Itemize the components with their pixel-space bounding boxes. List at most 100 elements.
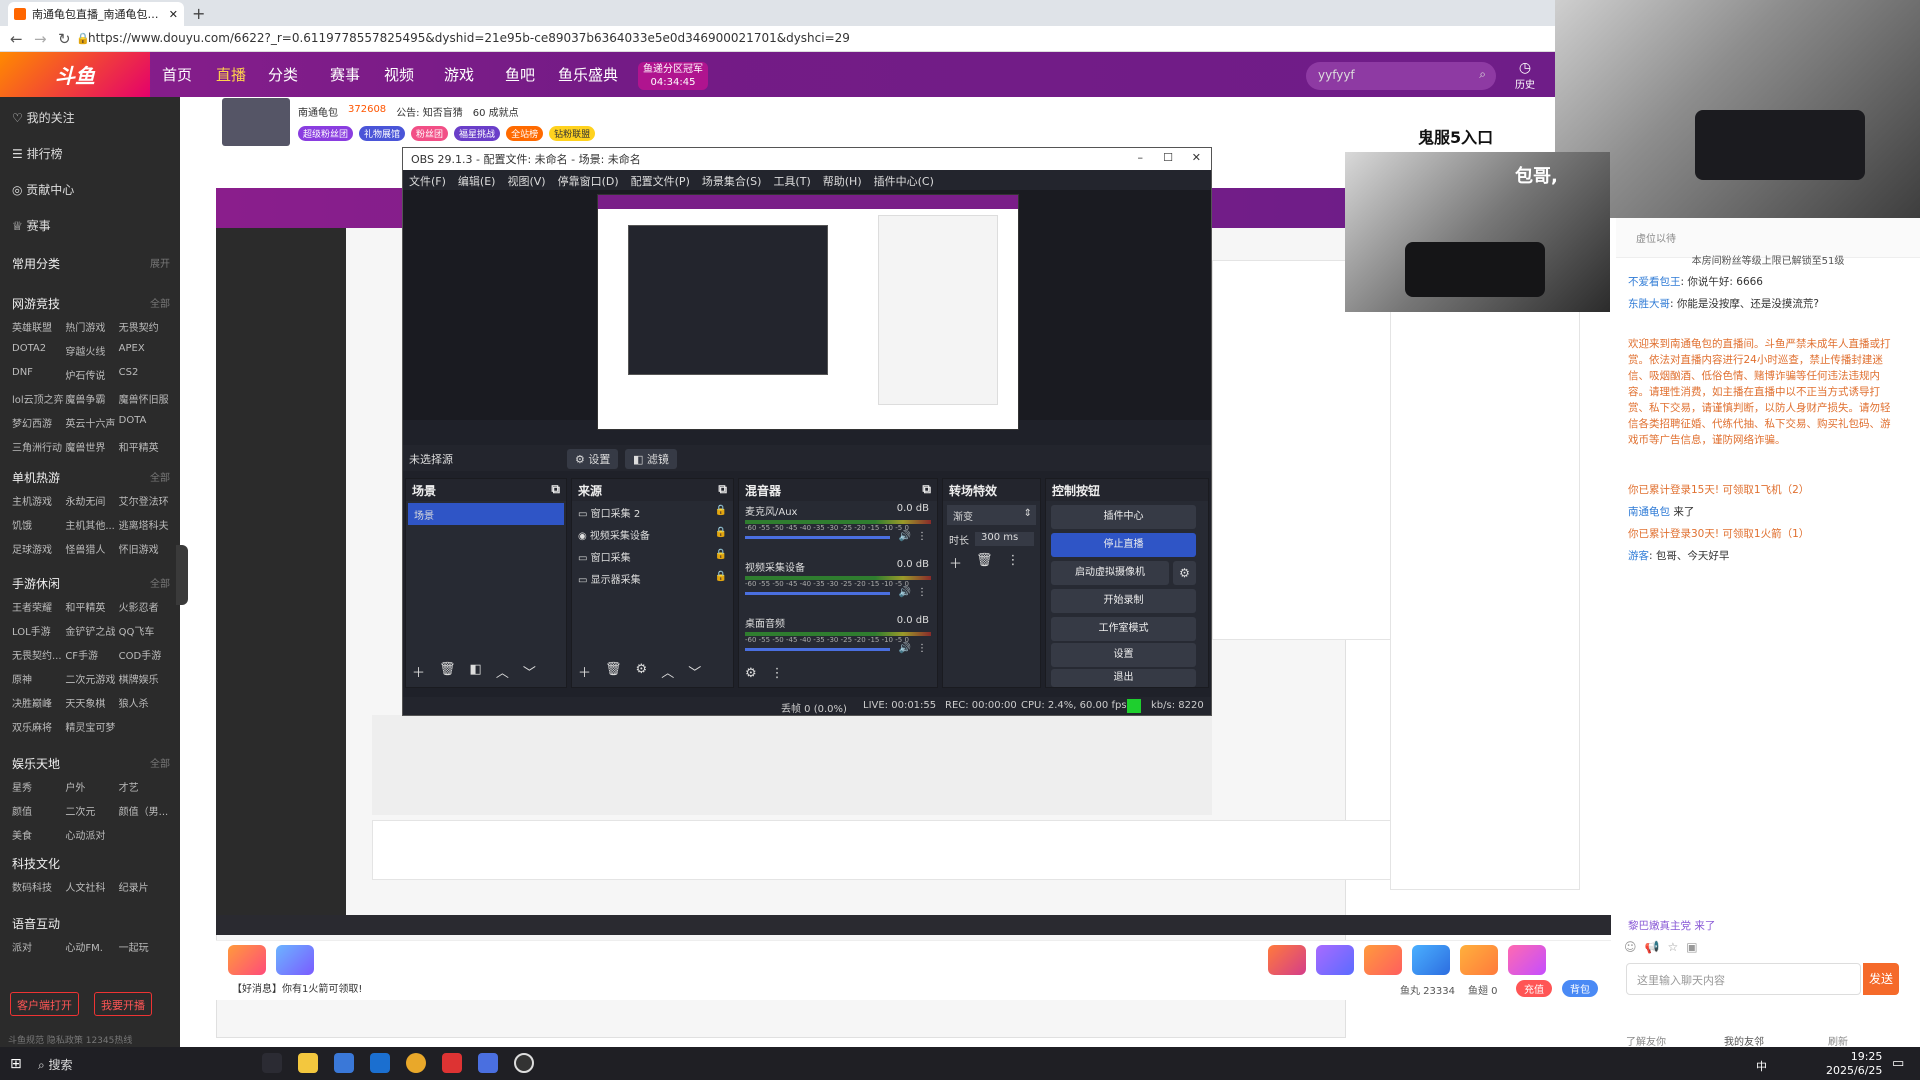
search-icon[interactable]: ⌕ <box>1479 67 1486 82</box>
more-icon[interactable]: ⋮ <box>917 531 927 542</box>
section-netgame-more[interactable]: 全部 <box>150 295 170 310</box>
cat-item[interactable]: QQ飞车 <box>119 623 172 638</box>
section-entertain-more[interactable]: 全部 <box>150 755 170 770</box>
menu-plugins[interactable]: 插件中心(C) <box>874 173 934 188</box>
browser-tab[interactable]: 南通龟包直播_南通龟包直播... ✕ <box>8 2 184 26</box>
cat-item[interactable]: 英云十六声 <box>65 415 118 430</box>
section-mobile-more[interactable]: 全部 <box>150 575 170 590</box>
cat-item[interactable]: 热门游戏 <box>65 319 118 334</box>
source-item[interactable]: ▭ 窗口采集 2 🔒 <box>572 501 733 523</box>
speaker-icon[interactable]: 🔊 <box>899 587 911 598</box>
source-item[interactable]: ▭ 窗口采集 🔒 <box>572 545 733 567</box>
gift-icon[interactable] <box>1460 945 1498 975</box>
cat-item[interactable]: 棋牌娱乐 <box>119 671 172 686</box>
windows-start-icon[interactable]: ⊞ <box>10 1056 22 1072</box>
cat-item[interactable]: 英雄联盟 <box>12 319 65 334</box>
gift-icon[interactable] <box>276 945 314 975</box>
cat-item[interactable]: 魔兽争霸 <box>65 391 118 406</box>
cat-item[interactable]: 逃离塔科夫 <box>119 517 172 532</box>
client-open-button[interactable]: 客户端打开 <box>10 992 79 1016</box>
cat-item[interactable]: 人文社科 <box>65 879 118 894</box>
cat-item[interactable]: 火影忍者 <box>119 599 172 614</box>
section-common-more[interactable]: 展开 <box>150 255 170 270</box>
chat-send-button[interactable]: 发送 <box>1863 963 1899 995</box>
scene-item[interactable]: 场景 <box>408 503 564 525</box>
nav-fishbar[interactable]: 鱼吧 <box>505 64 535 85</box>
section-single-more[interactable]: 全部 <box>150 469 170 484</box>
speaker-icon[interactable]: 🔊 <box>899 531 911 542</box>
chat-input[interactable]: 这里输入聊天内容 <box>1626 963 1861 995</box>
cat-item[interactable]: 美食 <box>12 827 65 842</box>
chat-footer-refresh[interactable]: 刷新 <box>1828 1033 1848 1048</box>
cat-item[interactable]: 和平精英 <box>65 599 118 614</box>
remove-icon[interactable]: 🗑 <box>976 553 993 572</box>
gear-icon[interactable]: ⚙ <box>636 662 648 681</box>
gift-icon[interactable] <box>1412 945 1450 975</box>
gift-icon[interactable] <box>1508 945 1546 975</box>
source-item[interactable]: ▭ 显示器采集 🔒 <box>572 567 733 589</box>
menu-tools[interactable]: 工具(T) <box>773 173 810 188</box>
champion-badge[interactable]: 鱼递分区冠军 04:34:45 <box>638 62 708 90</box>
cat-item[interactable]: 和平精英 <box>119 439 172 454</box>
cat-item[interactable]: 才艺 <box>119 779 172 794</box>
tag-challenge[interactable]: 福星挑战 <box>454 126 501 141</box>
cat-item[interactable]: 狼人杀 <box>119 695 172 710</box>
forward-icon[interactable]: → <box>34 30 47 48</box>
plugin-center-button[interactable]: 插件中心 <box>1051 505 1196 529</box>
settings-button[interactable]: 设置 <box>1051 643 1196 667</box>
volume-slider[interactable] <box>745 536 891 539</box>
volume-slider[interactable] <box>745 648 891 651</box>
chat-footer-mid[interactable]: 我的友邻 <box>1724 1033 1764 1048</box>
cat-item[interactable]: 决胜巅峰 <box>12 695 65 710</box>
new-tab-button[interactable]: + <box>192 4 205 23</box>
cat-item[interactable]: 主机游戏 <box>12 493 65 508</box>
emoji-icon[interactable]: ☺ <box>1624 940 1637 954</box>
more-icon[interactable]: ⋮ <box>917 587 927 598</box>
studio-mode-button[interactable]: 工作室模式 <box>1051 617 1196 641</box>
lock-icon[interactable]: 🔒 <box>715 571 727 582</box>
more-icon[interactable]: ⋮ <box>771 666 784 681</box>
back-icon[interactable]: ← <box>10 30 23 48</box>
menu-help[interactable]: 帮助(H) <box>823 173 862 188</box>
nav-live[interactable]: 直播 <box>216 64 246 85</box>
cat-item[interactable]: 颜值（男... <box>119 803 172 818</box>
dock-undock-icon[interactable]: ⧉ <box>922 482 931 497</box>
reload-icon[interactable]: ↻ <box>58 30 71 48</box>
url-input[interactable]: https://www.douyu.com/6622?_r=0.61197785… <box>88 31 850 45</box>
cat-item[interactable]: 穿越火线 <box>65 343 118 358</box>
cat-item[interactable]: 无畏契约... <box>12 647 65 662</box>
more-icon[interactable]: ⋮ <box>1007 553 1020 572</box>
cat-item[interactable]: CS2 <box>119 367 172 382</box>
cat-item[interactable]: 户外 <box>65 779 118 794</box>
store-icon[interactable] <box>334 1053 354 1073</box>
move-up-icon[interactable]: ︿ <box>496 662 509 681</box>
cat-item[interactable]: 原神 <box>12 671 65 686</box>
sidebar-collapse-handle[interactable] <box>176 545 188 605</box>
speaker-icon[interactable]: 🔊 <box>899 643 911 654</box>
taskbar-search[interactable]: ⌕ 搜索 <box>38 1056 73 1073</box>
cat-item[interactable]: 精灵宝可梦 <box>65 719 118 734</box>
cat-item[interactable]: 魔兽怀旧服 <box>119 391 172 406</box>
close-icon[interactable]: ✕ <box>1192 151 1201 164</box>
filters-button[interactable]: ◧ 滤镜 <box>625 449 677 469</box>
cat-item[interactable]: 二次元游戏 <box>65 671 118 686</box>
backpack-button[interactable]: 背包 <box>1562 980 1598 997</box>
duration-input[interactable]: 300 ms <box>975 532 1034 546</box>
cat-item[interactable]: 炉石传说 <box>65 367 118 382</box>
cat-item[interactable]: APEX <box>119 343 172 358</box>
close-tab-icon[interactable]: ✕ <box>169 8 178 21</box>
volume-slider[interactable] <box>745 592 891 595</box>
gift-icon[interactable] <box>1316 945 1354 975</box>
cat-item[interactable]: 金铲铲之战 <box>65 623 118 638</box>
tag-rank[interactable]: 全站榜 <box>506 126 544 141</box>
cat-item[interactable]: 派对 <box>12 939 65 954</box>
streamer-avatar[interactable] <box>222 98 290 146</box>
chat-footer-left[interactable]: 了解友你 <box>1626 1033 1666 1048</box>
dock-undock-icon[interactable]: ⧉ <box>718 482 727 497</box>
maximize-icon[interactable]: ☐ <box>1163 151 1173 164</box>
menu-scene-collection[interactable]: 场景集合(S) <box>702 173 762 188</box>
cat-item[interactable]: 星秀 <box>12 779 65 794</box>
dock-undock-icon[interactable]: ⧉ <box>551 482 560 497</box>
menu-profile[interactable]: 配置文件(P) <box>631 173 690 188</box>
cat-item[interactable]: DOTA2 <box>12 343 65 358</box>
